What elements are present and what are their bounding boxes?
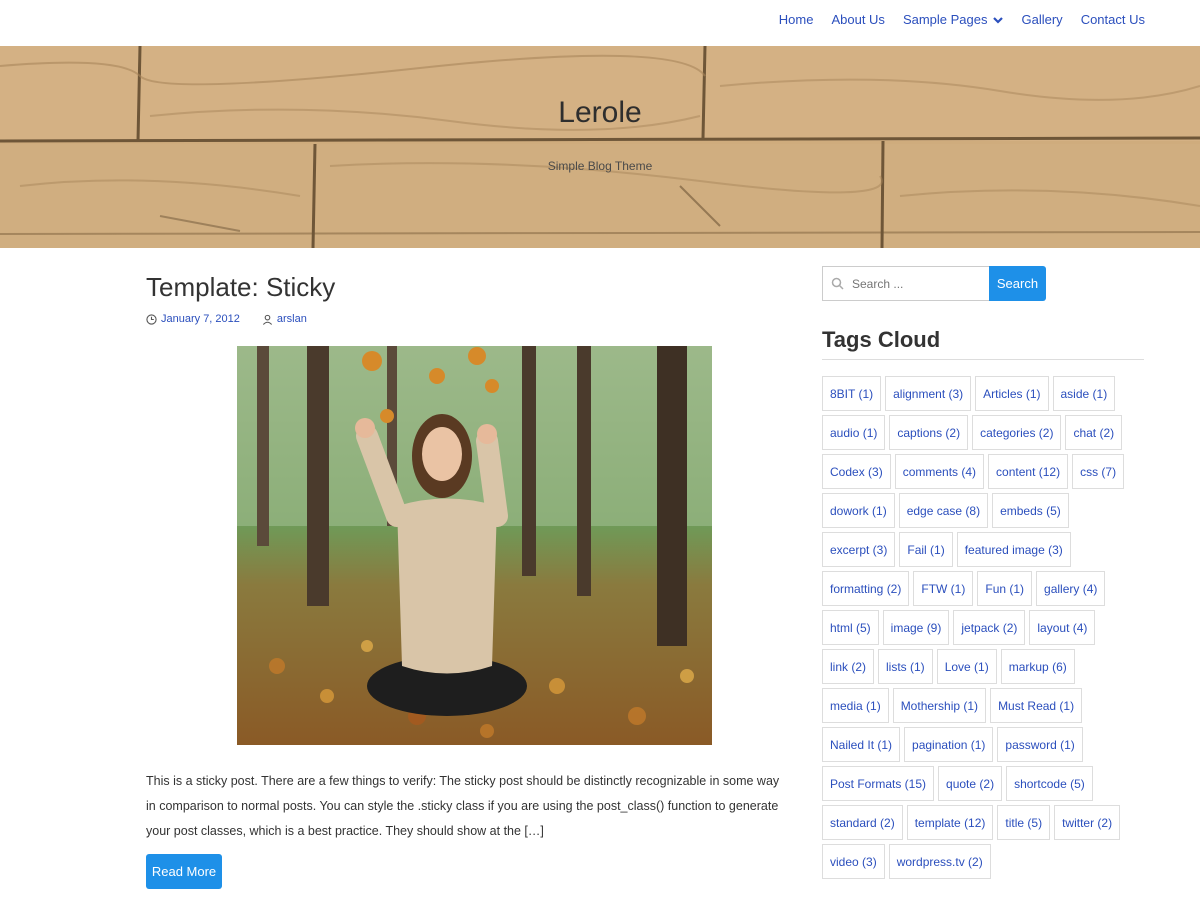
tag-link[interactable]: chat (2)	[1065, 415, 1123, 450]
tag-link[interactable]: Post Formats (15)	[822, 766, 935, 801]
post-title[interactable]: Template: Sticky	[146, 272, 791, 303]
post-author[interactable]: arslan	[277, 313, 307, 325]
nav-item-contact[interactable]: Contact Us	[1081, 12, 1145, 27]
post-date[interactable]: January 7, 2012	[161, 313, 240, 325]
tag-link[interactable]: captions (2)	[889, 415, 969, 450]
nav-item-about[interactable]: About Us	[831, 12, 884, 27]
nav-item-gallery[interactable]: Gallery	[1022, 12, 1063, 27]
tag-link[interactable]: password (1)	[997, 727, 1083, 762]
site-description: Simple Blog Theme	[547, 159, 653, 173]
tag-link[interactable]: audio (1)	[822, 415, 886, 450]
nav-label: Home	[778, 12, 814, 27]
tags-cloud: 8BIT (1) alignment (3) Articles (1) aside (…	[822, 376, 1144, 879]
tag-link[interactable]: Mothership (1)	[892, 688, 987, 723]
tag-link[interactable]: categories (2)	[972, 415, 1062, 450]
sidebar: Search Tags Cloud 8BIT (1)alignment (3)A…	[822, 266, 1144, 879]
clock-icon	[146, 313, 157, 325]
nav-label: Sample Pages	[902, 12, 988, 27]
tag-link[interactable]: edge case (8)	[898, 493, 989, 528]
user-icon	[262, 314, 272, 325]
post-excerpt: This is a sticky post. There are a few t…	[146, 774, 780, 838]
tag-link[interactable]: pagination (1)	[904, 727, 994, 762]
tag-link[interactable]: media (1)	[822, 688, 889, 723]
tag-link[interactable]: layout (4)	[1029, 610, 1096, 645]
search-input[interactable]	[852, 276, 982, 291]
search-field[interactable]	[822, 266, 989, 301]
tag-link[interactable]: Love (1)	[936, 649, 997, 684]
tag-link[interactable]: jetpack (2)	[953, 610, 1026, 645]
post-article: Template: Sticky January 7, 2012 arslan	[146, 272, 791, 889]
search-button[interactable]: Search	[989, 266, 1046, 301]
featured-photo	[237, 346, 712, 745]
tag-link[interactable]: Codex (3)	[822, 454, 891, 489]
tag-link[interactable]: twitter (2)	[1054, 805, 1121, 840]
tag-link[interactable]: css (7)	[1072, 454, 1125, 489]
tag-link[interactable]: alignment (3)	[885, 376, 972, 411]
nav-item-home[interactable]: Home	[779, 12, 814, 27]
tag-link[interactable]: Nailed It (1)	[822, 727, 901, 762]
featured-image[interactable]	[237, 346, 712, 745]
tag-link[interactable]: lists (1)	[878, 649, 933, 684]
search-icon	[831, 277, 844, 290]
post-meta: January 7, 2012 arslan	[146, 313, 791, 325]
tag-link[interactable]: Fun (1)	[977, 571, 1033, 606]
tag-link[interactable]: title (5)	[997, 805, 1051, 840]
nav-label: Contact Us	[1080, 12, 1145, 27]
tag-link[interactable]: FTW (1)	[913, 571, 974, 606]
tag-link[interactable]: dowork (1)	[822, 493, 895, 528]
chevron-down-icon	[992, 16, 1003, 24]
tag-link[interactable]: template (12)	[906, 805, 994, 840]
nav-label: About Us	[831, 12, 885, 27]
tag-link[interactable]: aside (1)	[1052, 376, 1116, 411]
read-more-button[interactable]: Read More	[146, 854, 222, 889]
tags-cloud-title: Tags Cloud	[822, 327, 1144, 360]
tag-link[interactable]: image (9)	[882, 610, 950, 645]
tag-link[interactable]: 8BIT (1)	[822, 376, 882, 411]
tag-link[interactable]: excerpt (3)	[822, 532, 896, 567]
stone-wall-background	[0, 46, 1200, 248]
tag-link[interactable]: link (2)	[822, 649, 875, 684]
tag-link[interactable]: comments (4)	[894, 454, 985, 489]
tag-link[interactable]: embeds (5)	[992, 493, 1069, 528]
site-title[interactable]: Lerole	[0, 96, 1200, 130]
tag-link[interactable]: standard (2)	[822, 805, 903, 840]
tag-link[interactable]: gallery (4)	[1036, 571, 1106, 606]
tag-link[interactable]: shortcode (5)	[1006, 766, 1093, 801]
nav-label: Gallery	[1021, 12, 1063, 27]
tag-link[interactable]: formatting (2)	[822, 571, 910, 606]
tag-link[interactable]: Fail (1)	[899, 532, 953, 567]
tag-link[interactable]: featured image (3)	[956, 532, 1071, 567]
tag-link[interactable]: markup (6)	[1000, 649, 1075, 684]
tag-link[interactable]: Must Read (1)	[990, 688, 1083, 723]
search-form: Search	[822, 266, 1144, 301]
nav-item-sample-pages[interactable]: Sample Pages	[903, 12, 1004, 27]
tag-link[interactable]: wordpress.tv (2)	[888, 844, 991, 879]
tag-link[interactable]: content (12)	[988, 454, 1069, 489]
tag-link[interactable]: video (3)	[822, 844, 885, 879]
tag-link[interactable]: Articles (1)	[975, 376, 1049, 411]
top-navigation: Home About Us Sample Pages Gallery Conta…	[0, 0, 1200, 46]
tag-link[interactable]: html (5)	[822, 610, 879, 645]
tag-link[interactable]: quote (2)	[938, 766, 1003, 801]
header-banner: Lerole Simple Blog Theme	[0, 46, 1200, 248]
